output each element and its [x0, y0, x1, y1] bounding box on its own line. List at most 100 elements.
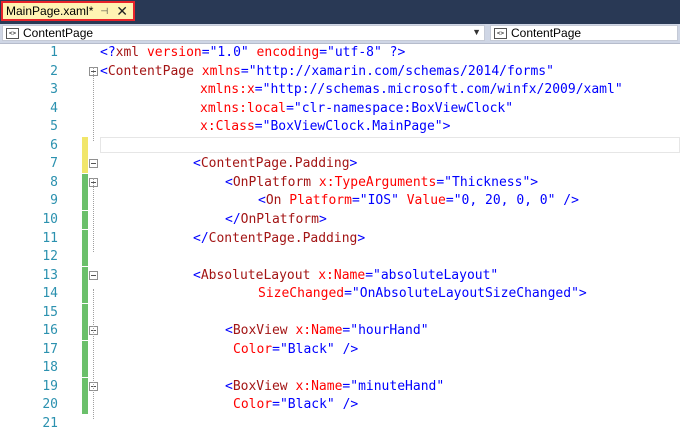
code-line[interactable]: 19 <BoxView x:Name="minuteHand"	[0, 377, 680, 396]
code-line[interactable]: 21	[0, 415, 680, 433]
code-token: "absoluteLayout"	[373, 267, 499, 283]
code-text[interactable]: Color="Black" />	[233, 396, 358, 414]
code-line[interactable]: 7 <ContentPage.Padding>	[0, 155, 680, 174]
line-number: 14	[42, 286, 58, 302]
type-dropdown[interactable]: <> ContentPage ▼	[2, 25, 485, 41]
member-dropdown[interactable]: <> ContentPage	[490, 25, 678, 41]
chevron-down-icon[interactable]: ▼	[472, 27, 481, 37]
code-token: BoxView	[232, 378, 288, 394]
collapse-icon[interactable]	[89, 159, 98, 169]
code-token: =	[272, 397, 280, 413]
xml-element-icon: <>	[6, 27, 19, 39]
code-token: Value	[398, 193, 446, 209]
code-line[interactable]: 15	[0, 303, 680, 322]
code-line[interactable]: 5 x:Class="BoxViewClock.MainPage">	[0, 118, 680, 136]
line-number: 6	[50, 137, 58, 153]
code-token: <	[225, 174, 233, 190]
code-line[interactable]: 17 Color="Black" />	[0, 340, 680, 359]
code-token: xmlns:local	[200, 100, 287, 116]
code-text[interactable]: <ContentPage xmlns="http://xamarin.com/s…	[100, 63, 554, 81]
code-token: x:Name	[310, 267, 366, 283]
line-number: 11	[42, 230, 58, 246]
code-line[interactable]: 12	[0, 248, 680, 267]
code-token: "OnAbsoluteLayoutSizeChanged"	[351, 286, 579, 302]
code-token: version	[139, 45, 202, 60]
line-number: 21	[42, 416, 58, 431]
code-token: >	[357, 230, 366, 246]
code-token: x:Name	[287, 323, 343, 339]
change-marker	[82, 303, 88, 322]
pin-icon[interactable]: ⊣	[100, 6, 108, 17]
code-line[interactable]: 4 xmlns:local="clr-namespace:BoxViewClock…	[0, 100, 680, 118]
code-token: =	[445, 193, 454, 209]
code-token: OnPlatform	[232, 174, 312, 190]
document-tab-bar: MainPage.xaml* ⊣ ✕	[0, 0, 680, 24]
code-token: x:Name	[287, 378, 343, 394]
code-line[interactable]: 3 xmlns:x="http://schemas.microsoft.com/w…	[0, 81, 680, 99]
code-token: >	[349, 156, 358, 172]
line-number: 17	[42, 341, 58, 357]
code-line[interactable]: 13 <AbsoluteLayout x:Name="absoluteLayout…	[0, 266, 680, 285]
tab-mainpage-xaml[interactable]: MainPage.xaml* ⊣ ✕	[1, 1, 135, 21]
code-line[interactable]: 10 </OnPlatform>	[0, 210, 680, 229]
code-token: "BoxViewClock.MainPage"	[262, 119, 443, 135]
code-text[interactable]: <On Platform="IOS" Value="0, 20, 0, 0" /…	[258, 192, 579, 210]
code-line[interactable]: 20 Color="Black" />	[0, 396, 680, 415]
code-token: "Black"	[279, 397, 335, 413]
code-line[interactable]: 11 </ContentPage.Padding>	[0, 229, 680, 248]
outline-guide	[93, 289, 95, 419]
code-token: ContentPage	[107, 63, 194, 79]
code-editor[interactable]: 1 <?xml version="1.0" encoding="utf-8" ?>…	[0, 44, 680, 431]
code-token: Color	[233, 397, 273, 413]
code-token: x:Class	[200, 119, 255, 135]
code-token: />	[334, 341, 359, 357]
code-text[interactable]: <AbsoluteLayout x:Name="absoluteLayout"	[193, 267, 498, 285]
code-token: xmlns:x	[200, 82, 255, 98]
line-number: 7	[50, 156, 58, 172]
code-text[interactable]: xmlns:local="clr-namespace:BoxViewClock"	[200, 100, 513, 118]
code-text[interactable]: x:Class="BoxViewClock.MainPage">	[200, 118, 450, 136]
code-token: >	[578, 286, 587, 302]
line-number: 19	[42, 378, 58, 394]
code-line[interactable]: 9 <On Platform="IOS" Value="0, 20, 0, 0" …	[0, 192, 680, 211]
code-token: "http://xamarin.com/schemas/2014/forms"	[248, 63, 554, 79]
code-line[interactable]: 2 <ContentPage xmlns="http://xamarin.com/…	[0, 63, 680, 81]
close-icon[interactable]: ✕	[116, 4, 128, 18]
code-text[interactable]: </OnPlatform>	[225, 211, 327, 229]
code-text[interactable]: <BoxView x:Name="minuteHand"	[225, 378, 444, 396]
line-number: 3	[50, 82, 58, 98]
current-line-highlight	[100, 136, 680, 153]
code-token: "1.0"	[209, 45, 249, 60]
code-line[interactable]: 6	[0, 136, 680, 155]
code-token: "clr-namespace:BoxViewClock"	[293, 100, 514, 116]
code-line[interactable]: 1 <?xml version="1.0" encoding="utf-8" ?>	[0, 44, 680, 62]
code-line[interactable]: 14 SizeChanged="OnAbsoluteLayoutSizeChang…	[0, 285, 680, 304]
code-text[interactable]: <BoxView x:Name="hourHand"	[225, 322, 429, 340]
code-token: "utf-8"	[327, 45, 382, 60]
code-token: =	[365, 267, 374, 283]
code-token: =	[240, 63, 249, 79]
code-token: =	[201, 45, 210, 60]
line-number: 16	[42, 323, 58, 339]
change-marker	[82, 396, 88, 415]
code-text[interactable]: <ContentPage.Padding>	[193, 155, 357, 173]
code-token: Platform	[281, 193, 352, 209]
collapse-icon[interactable]	[89, 270, 98, 280]
code-text[interactable]: <?xml version="1.0" encoding="utf-8" ?>	[100, 44, 405, 62]
code-text[interactable]: </ContentPage.Padding>	[193, 230, 365, 248]
code-token: On	[265, 193, 282, 209]
code-token: <	[225, 378, 233, 394]
code-token: <?	[100, 45, 116, 60]
code-text[interactable]: Color="Black" />	[233, 341, 358, 359]
code-text[interactable]: xmlns:x="http://schemas.microsoft.com/wi…	[200, 81, 623, 99]
member-dropdown-label: ContentPage	[511, 26, 582, 40]
code-text[interactable]: <OnPlatform x:TypeArguments="Thickness">	[225, 174, 538, 192]
code-line[interactable]: 18	[0, 359, 680, 378]
code-token: ContentPage.Padding	[208, 230, 358, 246]
code-line[interactable]: 16 <BoxView x:Name="hourHand"	[0, 322, 680, 341]
change-marker	[82, 322, 88, 341]
code-token: SizeChanged	[258, 286, 345, 302]
code-token: "http://schemas.microsoft.com/winfx/2009…	[262, 82, 623, 98]
code-line[interactable]: 8 <OnPlatform x:TypeArguments="Thickness"…	[0, 173, 680, 192]
code-text[interactable]: SizeChanged="OnAbsoluteLayoutSizeChanged…	[258, 285, 587, 303]
